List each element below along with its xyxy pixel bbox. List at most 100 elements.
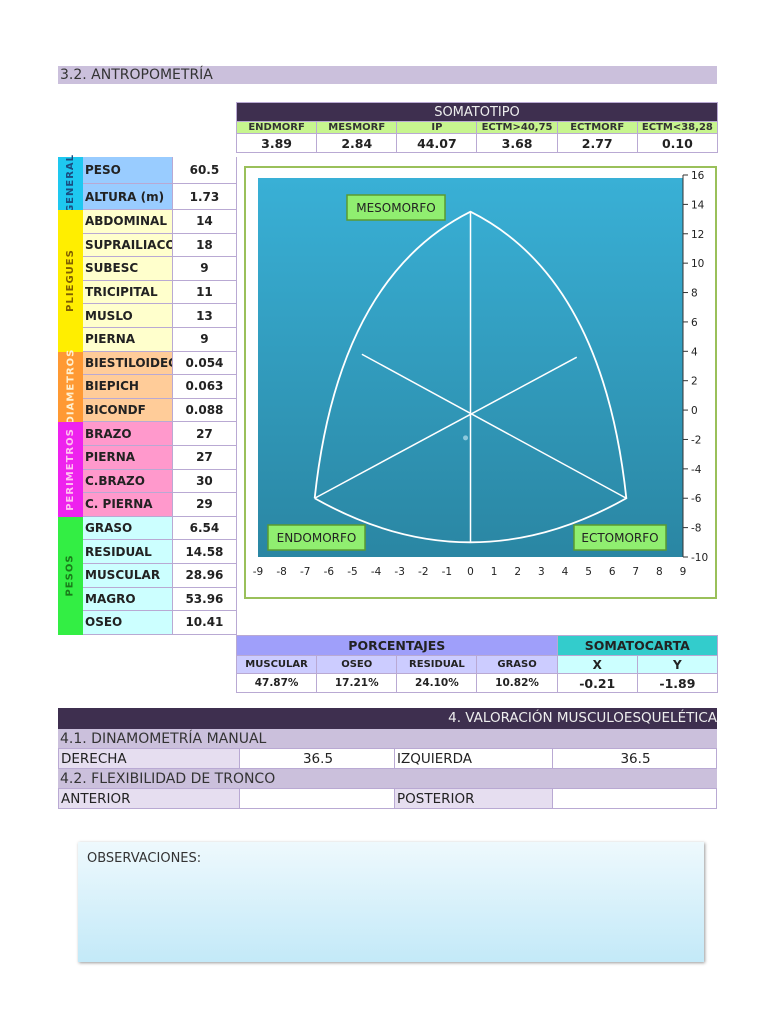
value: 24.10% (396, 673, 478, 693)
x-tick-label: 8 (656, 566, 663, 578)
header: ECTM<38,28 (636, 121, 719, 134)
table-row: SUBESC 9 (83, 257, 237, 281)
posterior-value[interactable] (552, 788, 717, 809)
row-value: 30 (171, 469, 237, 494)
somatocarta-title: SOMATOCARTA (556, 635, 719, 656)
row-value: 10.41 (171, 611, 237, 635)
value: 2.77 (556, 133, 638, 153)
y-tick-label: -8 (691, 523, 701, 535)
value: 0.10 (636, 133, 719, 153)
group-label-pliegues: PLIEGUES (58, 210, 83, 352)
table-row: OSEO 10.41 (83, 611, 237, 635)
y-tick-label: 14 (691, 199, 705, 211)
value: 47.87% (235, 673, 318, 693)
x-tick-label: 6 (609, 566, 616, 578)
y-tick-label: 16 (691, 170, 705, 182)
observaciones-box[interactable]: OBSERVACIONES: (78, 842, 704, 962)
table-row: PESO 60.5 (83, 157, 237, 184)
row-value: 14.58 (171, 540, 237, 564)
group-label-perimetros: PERIMETROS (58, 422, 83, 517)
table-row: C. PIERNA 29 (83, 493, 237, 517)
x-tick-label: -8 (276, 566, 286, 578)
row-value: 53.96 (171, 587, 237, 612)
anterior-label: ANTERIOR (58, 788, 240, 809)
derecha-value[interactable]: 36.5 (239, 748, 395, 769)
y-tick-label: 0 (691, 405, 698, 417)
row-label: ABDOMINAL (83, 210, 172, 234)
table-row: C.BRAZO 30 (83, 469, 237, 494)
row-value: 18 (171, 233, 237, 258)
derecha-label: DERECHA (58, 748, 240, 769)
header: ECTM>40,75 (476, 121, 558, 134)
row-label: BIESTILOIDEO (83, 351, 172, 376)
x-tick-label: -4 (371, 566, 382, 578)
row-label: RESIDUAL (83, 540, 172, 564)
x-tick-label: 7 (632, 566, 639, 578)
row-value: 27 (171, 422, 237, 446)
meso-label: MESOMORFO (356, 201, 435, 215)
y-tick-label: 8 (691, 288, 698, 300)
group-label-general: GENERAL (58, 153, 83, 214)
izquierda-value[interactable]: 36.5 (552, 748, 717, 769)
value: -0.21 (556, 673, 638, 693)
row-label: MUSCULAR (83, 564, 172, 588)
y-tick-label: -2 (691, 434, 701, 446)
value: 17.21% (316, 673, 398, 693)
row-label: PESO (83, 157, 172, 184)
row-value: 0.054 (171, 351, 237, 376)
x-tick-label: -6 (324, 566, 335, 578)
y-tick-label: -4 (691, 464, 702, 476)
flexibilidad-table: ANTERIOR POSTERIOR (58, 788, 717, 809)
group-name: GENERAL (65, 153, 76, 214)
x-tick-label: -1 (442, 566, 452, 578)
group-name: PERIMETROS (65, 428, 76, 511)
header: OSEO (316, 655, 398, 674)
table-row: BIESTILOIDEO 0.054 (83, 351, 237, 376)
row-label: TRICIPITAL (83, 280, 172, 305)
y-tick-label: 2 (691, 376, 698, 388)
anterior-value[interactable] (239, 788, 395, 809)
musculo-header: 4. VALORACIÓN MUSCULOESQUELÉTICA (58, 708, 717, 729)
x-tick-label: 5 (585, 566, 592, 578)
header: ENDMORF (235, 121, 318, 134)
row-label: OSEO (83, 611, 172, 635)
somatochart: -9 -8 -7 -6 -5 -4 -3 -2 -1 0 1 2 3 4 5 6 7 8 9161412108642… (253, 170, 708, 578)
flexibilidad-title: 4.2. FLEXIBILIDAD DE TRONCO (58, 769, 717, 789)
row-label: BICONDF (83, 398, 172, 423)
header: MUSCULAR (235, 655, 318, 674)
table-row: BIEPICH 0.063 (83, 375, 237, 399)
dinamometria-title: 4.1. DINAMOMETRÍA MANUAL (58, 729, 717, 749)
row-label: MUSLO (83, 304, 172, 328)
somatotipo-table: SOMATOTIPO ENDMORF MESMORF IP ECTM>40,75 ECT… (235, 102, 719, 153)
table-row: TRICIPITAL 11 (83, 280, 237, 305)
ecto-label: ECTOMORFO (581, 531, 658, 545)
observaciones-label: OBSERVACIONES: (87, 851, 202, 866)
group-name: PLIEGUES (65, 249, 76, 313)
row-value: 28.96 (171, 564, 237, 588)
row-value: 27 (171, 446, 237, 470)
row-label: ALTURA (m) (83, 184, 172, 210)
section-title: 3.2. ANTROPOMETRÍA (58, 66, 717, 84)
table-row: BICONDF 0.088 (83, 398, 237, 423)
izquierda-label: IZQUIERDA (394, 748, 553, 769)
row-value: 14 (171, 210, 237, 234)
header: ECTMORF (556, 121, 638, 134)
row-label: PIERNA (83, 328, 172, 352)
x-tick-label: 4 (562, 566, 569, 578)
table-row: PIERNA 9 (83, 328, 237, 352)
row-value: 1.73 (171, 184, 237, 210)
table-row: PIERNA 27 (83, 446, 237, 470)
row-label: SUPRAILIACO (83, 233, 172, 258)
header: GRASO (476, 655, 558, 674)
x-tick-label: -3 (394, 566, 404, 578)
posterior-label: POSTERIOR (394, 788, 553, 809)
porcentajes-title: PORCENTAJES (236, 635, 558, 656)
row-label: C.BRAZO (83, 469, 172, 494)
row-label: BRAZO (83, 422, 172, 446)
somatotipo-title: SOMATOTIPO (236, 102, 718, 122)
x-tick-label: 9 (680, 566, 687, 578)
x-tick-label: -2 (418, 566, 428, 578)
value: 3.68 (476, 133, 558, 153)
header: Y (636, 655, 719, 674)
y-tick-label: 12 (691, 229, 704, 241)
